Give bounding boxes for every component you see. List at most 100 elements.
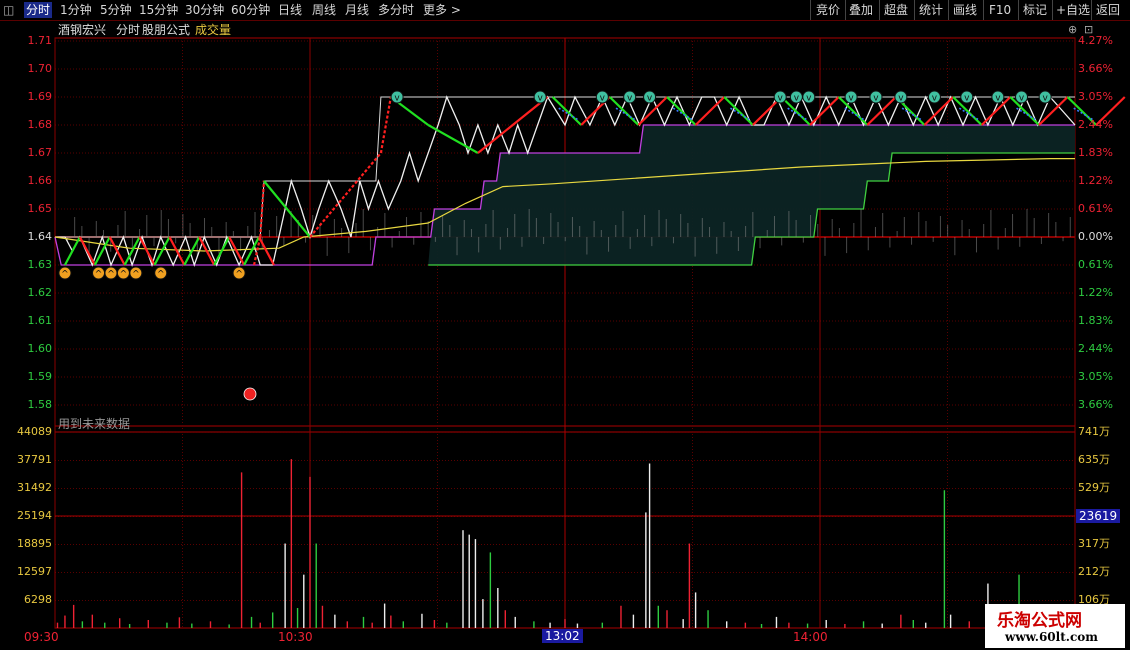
- percent-tick-label: 2.44%: [1078, 118, 1113, 131]
- sell-signal-icon-glyph: v: [873, 94, 879, 104]
- volume-tick-label: 31492: [17, 481, 52, 494]
- buy-signal-icon-glyph: ^: [132, 270, 140, 280]
- price-tick-label: 1.62: [27, 286, 53, 299]
- red-zigzag-segment: [258, 236, 275, 266]
- time-label-1400: 14:00: [793, 630, 828, 644]
- sell-signal-icon-glyph: v: [394, 94, 400, 104]
- watermark: 乐淘公式网 www.60lt.com: [985, 604, 1125, 648]
- price-tick-label: 1.63: [27, 258, 53, 271]
- sell-signal-icon: v: [869, 90, 883, 104]
- volume-tick-label: 44089: [17, 425, 52, 438]
- time-cursor-label: 13:02: [542, 629, 583, 643]
- sell-signal-icon: v: [390, 90, 404, 104]
- buy-signal-icon-glyph: ^: [95, 270, 103, 280]
- amount-tick-label: 317万: [1078, 537, 1110, 550]
- sell-signal-icon-glyph: v: [794, 94, 800, 104]
- green-falling-segment: [263, 180, 311, 238]
- sell-signal-icon-glyph: v: [806, 94, 812, 104]
- sell-signal-icon-glyph: v: [964, 94, 970, 104]
- percent-tick-label: 1.22%: [1078, 286, 1113, 299]
- buy-signal-icon-glyph: ^: [61, 270, 69, 280]
- time-label-1030: 10:30: [278, 630, 313, 644]
- price-tick-label: 1.66: [27, 174, 53, 187]
- sell-signal-icon: v: [1038, 90, 1052, 104]
- percent-tick-label: 4.27%: [1078, 34, 1113, 47]
- sell-signal-icon: v: [595, 90, 609, 104]
- buy-signal-icon: ^: [92, 266, 106, 280]
- price-tick-label: 1.70: [27, 62, 53, 75]
- red-ball-disc: [243, 387, 257, 401]
- sell-signal-icon: v: [927, 90, 941, 104]
- green-falling-segment: [427, 124, 479, 154]
- percent-tick-label: 3.66%: [1078, 398, 1113, 411]
- buy-signal-icon: ^: [116, 266, 130, 280]
- sell-signal-icon: v: [802, 90, 816, 104]
- price-tick-label: 1.58: [27, 398, 53, 411]
- buy-signal-icon: ^: [129, 266, 143, 280]
- buy-signal-icon-glyph: ^: [120, 270, 128, 280]
- amount-tick-label: 635万: [1078, 453, 1110, 466]
- percent-tick-label: 3.66%: [1078, 62, 1113, 75]
- price-tick-label: 1.59: [27, 370, 53, 383]
- sell-signal-icon: v: [789, 90, 803, 104]
- percent-tick-label: 2.44%: [1078, 342, 1113, 355]
- green-zigzag-segment: [243, 236, 260, 266]
- volume-tick-label: 6298: [24, 593, 52, 606]
- volume-tick-label: 37791: [17, 453, 52, 466]
- red-zigzag-segment: [138, 236, 156, 266]
- sell-signal-icon: v: [991, 90, 1005, 104]
- sell-signal-icon: v: [894, 90, 908, 104]
- sell-signal-icon-glyph: v: [627, 94, 633, 104]
- amount-tick-label: 741万: [1078, 425, 1110, 438]
- buy-signal-icon: ^: [154, 266, 168, 280]
- percent-tick-label: 0.61%: [1078, 202, 1113, 215]
- future-data-note: 用到未来数据: [58, 417, 131, 431]
- sell-signal-icon-glyph: v: [995, 94, 1001, 104]
- amount-tick-label: 212万: [1078, 565, 1110, 578]
- sell-signal-icon: v: [533, 90, 547, 104]
- watermark-url: www.60lt.com: [1005, 630, 1098, 644]
- price-tick-label: 1.69: [27, 90, 53, 103]
- percent-tick-label: 3.05%: [1078, 90, 1113, 103]
- percent-tick-label: 1.22%: [1078, 174, 1113, 187]
- chart-canvas[interactable]: ^ ^ ^ ^ ^ ^ ^v v v v v v v v v v v v v v v v: [0, 0, 1130, 650]
- percent-tick-label: 0.61%: [1078, 258, 1113, 271]
- sell-signal-icon: v: [1015, 90, 1029, 104]
- buy-signal-icon-glyph: ^: [157, 270, 165, 280]
- sell-signal-icon: v: [643, 90, 657, 104]
- price-tick-label: 1.65: [27, 202, 53, 215]
- price-tick-label: 1.64: [27, 230, 53, 243]
- sell-signal-icon: v: [960, 90, 974, 104]
- sell-signal-icon: v: [773, 90, 787, 104]
- percent-tick-label: 3.05%: [1078, 370, 1113, 383]
- sell-signal-icon-glyph: v: [932, 94, 938, 104]
- sell-signal-icon-glyph: v: [1042, 94, 1048, 104]
- buy-signal-icon: ^: [104, 266, 118, 280]
- percent-tick-label: 0.00%: [1078, 230, 1113, 243]
- sell-signal-icon: v: [844, 90, 858, 104]
- volume-tick-label: 25194: [17, 509, 52, 522]
- buy-signal-icon: ^: [232, 266, 246, 280]
- red-zigzag-segment: [78, 236, 96, 266]
- percent-tick-label: 1.83%: [1078, 146, 1113, 159]
- volume-bars: [56, 459, 1076, 628]
- red-rising-segment: [309, 152, 382, 238]
- sell-signal-icon: v: [623, 90, 637, 104]
- price-tick-label: 1.68: [27, 118, 53, 131]
- red-ball-icon: [243, 387, 257, 401]
- buy-signal-icon: ^: [58, 266, 72, 280]
- price-tick-label: 1.71: [27, 34, 53, 47]
- sell-signal-icon-glyph: v: [848, 94, 854, 104]
- time-label-0930: 09:30: [24, 630, 59, 644]
- volume-cursor-value: 23619: [1076, 509, 1121, 523]
- sell-signal-icon-glyph: v: [778, 94, 784, 104]
- sell-signal-icon-glyph: v: [647, 94, 653, 104]
- sell-signal-icon-glyph: v: [898, 94, 904, 104]
- amount-tick-label: 529万: [1078, 481, 1110, 494]
- price-tick-label: 1.60: [27, 342, 53, 355]
- buy-signal-icon-glyph: ^: [107, 270, 115, 280]
- sell-signal-icon-glyph: v: [537, 94, 543, 104]
- watermark-title: 乐淘公式网: [997, 611, 1082, 631]
- percent-tick-label: 1.83%: [1078, 314, 1113, 327]
- sell-signal-icon-glyph: v: [600, 94, 606, 104]
